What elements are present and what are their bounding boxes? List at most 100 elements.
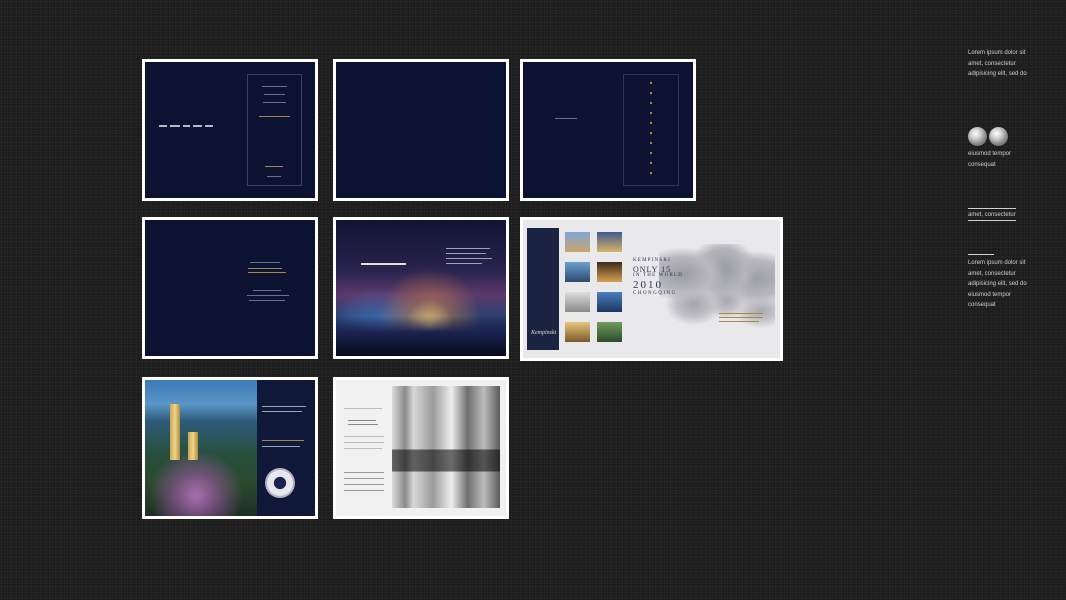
decor-gold-line [262, 440, 304, 441]
decor-line [344, 436, 384, 437]
decor-line [344, 490, 384, 491]
decor-dot [650, 102, 652, 104]
side-divider [968, 220, 1016, 221]
brochure-photo-text-page[interactable] [333, 377, 509, 519]
side-divider [968, 208, 1016, 209]
side-text-block-1: Lorem ipsum dolor sit amet, consectetur … [968, 48, 1038, 80]
hotel-photo [565, 262, 590, 282]
decor-line [264, 94, 285, 95]
globe-icon [968, 127, 987, 146]
decor-line [446, 253, 486, 254]
brochure-city-night-page[interactable] [333, 217, 509, 359]
hotel-photo [597, 232, 622, 252]
decor-dot [650, 82, 652, 84]
brochure-vertical-text-page[interactable] [520, 59, 696, 201]
brochure-kempinski-spread[interactable]: Kempinski KEMPINSKI ONLY 15 IN THE WORLD… [520, 217, 783, 361]
decor-line [262, 446, 300, 447]
blank-page-content [336, 62, 506, 198]
decor-line [446, 258, 492, 259]
side-divider [968, 254, 994, 255]
vertical-text-frame [623, 74, 679, 186]
aerial-render [145, 380, 315, 516]
decor-line [249, 300, 285, 301]
brochure-blank-page[interactable] [333, 59, 509, 201]
hotel-photo [597, 292, 622, 312]
decor-dot [650, 152, 652, 154]
vertical-text-page-content [523, 62, 693, 198]
tower-building [170, 404, 180, 460]
side-text-line: consequat [968, 302, 996, 308]
decor-line [262, 406, 306, 407]
tower-building [188, 432, 198, 460]
kempinski-spread-content: Kempinski KEMPINSKI ONLY 15 IN THE WORLD… [523, 220, 780, 358]
info-panel [257, 380, 315, 516]
decor-line [253, 290, 281, 291]
decor-line [267, 176, 281, 177]
side-text-line: consequat [968, 161, 996, 168]
decor-line [446, 263, 482, 264]
decor-dot [650, 122, 652, 124]
side-text-block-4: Lorem ipsum dolor sit amet, consectetur … [968, 258, 1038, 311]
decor-dot [650, 142, 652, 144]
text-page-content [145, 220, 315, 356]
decor-gold-line [248, 268, 282, 269]
decor-line [344, 478, 384, 479]
decor-dot [650, 172, 652, 174]
photo-text-page-content [336, 380, 506, 516]
decor-line [262, 86, 287, 87]
cover-text-frame [247, 74, 302, 186]
decor-line [263, 102, 286, 103]
side-text-line: amet, consectetur [968, 212, 1016, 218]
decor-line [344, 448, 382, 449]
decor-dot [650, 112, 652, 114]
decor-dot [650, 162, 652, 164]
decor-line [446, 248, 490, 249]
city-night-photo [336, 220, 506, 356]
side-text-line: eiusmod tempor [968, 291, 1012, 298]
decor-line [348, 420, 376, 421]
decor-dot [650, 132, 652, 134]
decor-line [344, 484, 384, 485]
side-text-block-3: amet, consectetur [968, 210, 1038, 221]
brochure-aerial-page[interactable] [142, 377, 318, 519]
kempinski-signature: Kempinski [531, 330, 557, 336]
emblem-mark [265, 166, 283, 167]
hotel-photo [565, 232, 590, 252]
side-text-line: amet, consectetur [968, 270, 1016, 277]
city-headline [361, 263, 406, 265]
decor-line [344, 472, 384, 473]
kempinski-year: 2010 [633, 279, 663, 291]
black-white-photo [392, 386, 500, 508]
decor-gold-line [248, 272, 286, 273]
decor-line [344, 408, 382, 409]
decor-line [247, 295, 289, 296]
brochure-text-page[interactable] [142, 217, 318, 359]
side-text-line: adipisicing elit, sed do [968, 71, 1027, 77]
hotel-photo [565, 292, 590, 312]
hotel-photo [565, 322, 590, 342]
hotel-photo [597, 322, 622, 342]
rosette-emblem [265, 468, 295, 498]
kempinski-line1: KEMPINSKI [633, 258, 672, 263]
decor-line [348, 424, 378, 425]
kempinski-line5: CHONGQING [633, 291, 677, 296]
side-text-block-2: eiusmod tempor consequat [968, 149, 1038, 170]
logo-strip [159, 117, 217, 127]
cover-page-content [145, 62, 315, 198]
decor-line [344, 442, 384, 443]
hotel-photo [597, 262, 622, 282]
side-text-line: amet, consectetur [968, 60, 1016, 67]
globe-icon [989, 127, 1008, 146]
brochure-cover-page[interactable] [142, 59, 318, 201]
decor-gold-line [259, 116, 290, 117]
kempinski-line3: IN THE WORLD [633, 273, 684, 278]
decor-gold-line [719, 313, 763, 314]
side-text-line: Lorem ipsum dolor sit [968, 50, 1026, 56]
decor-line [555, 118, 577, 119]
skyline [336, 316, 506, 356]
decor-gold-line [719, 317, 763, 318]
decor-line [250, 262, 280, 263]
decor-dot [650, 92, 652, 94]
decor-gold-line [719, 321, 759, 322]
decor-line [262, 411, 302, 412]
